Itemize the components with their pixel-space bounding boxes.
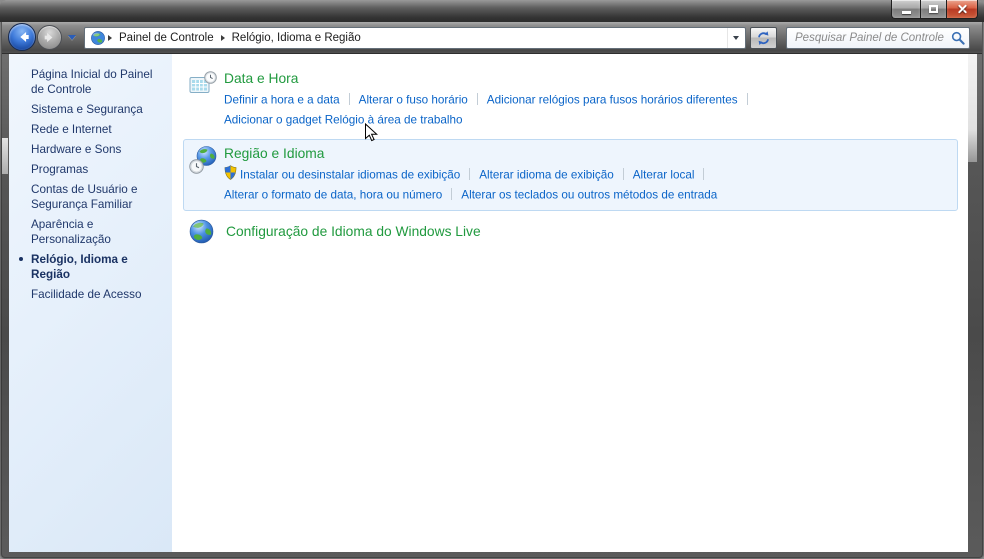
link-line: Alterar o formato de data, hora ou númer…: [224, 185, 949, 203]
breadcrumb-item-control-panel[interactable]: Painel de Controle: [114, 32, 219, 44]
link-separator: [746, 93, 748, 105]
link-line: Definir a hora e a data Alterar o fuso ho…: [224, 90, 949, 108]
sidebar-item-appearance[interactable]: Aparência e Personalização: [31, 217, 164, 247]
active-item-bullet: [19, 257, 23, 261]
refresh-button[interactable]: [750, 27, 777, 49]
group-region-language: Região e Idioma Instalar ou desinstalar …: [183, 139, 958, 211]
sidebar-item-network-internet[interactable]: Rede e Internet: [31, 122, 164, 137]
link-add-clocks[interactable]: Adicionar relógios para fusos horários d…: [487, 93, 738, 106]
search-box: [786, 27, 970, 49]
link-add-clock-gadget[interactable]: Adicionar o gadget Relógio à área de tra…: [224, 113, 462, 126]
minimize-icon: [901, 10, 911, 14]
link-line: Adicionar o gadget Relógio à área de tra…: [224, 110, 949, 128]
sidebar-item-clock-language-region[interactable]: Relógio, Idioma e Região: [19, 252, 164, 282]
frame-reflection: [968, 54, 977, 162]
breadcrumb-item-clock-language-region[interactable]: Relógio, Idioma e Região: [227, 32, 366, 44]
address-dropdown-button[interactable]: [727, 28, 743, 48]
sidebar: Página Inicial do Painel de Controle Sis…: [9, 54, 172, 552]
link-change-location[interactable]: Alterar local: [633, 168, 695, 181]
uac-shield-icon: [224, 165, 237, 180]
link-change-time-zone[interactable]: Alterar o fuso horário: [359, 93, 468, 106]
globe-icon: [189, 219, 214, 244]
link-separator: [703, 168, 705, 180]
link-change-date-time-number-formats[interactable]: Alterar o formato de data, hora ou númer…: [224, 188, 442, 201]
globe-clock-icon: [189, 146, 217, 174]
group-title-windows-live-language[interactable]: Configuração de Idioma do Windows Live: [226, 224, 481, 239]
link-line: Instalar ou desinstalar idiomas de exibi…: [224, 165, 949, 183]
title-bar[interactable]: [0, 0, 984, 22]
sidebar-item-ease-of-access[interactable]: Facilidade de Acesso: [31, 287, 164, 302]
link-separator: [451, 188, 453, 200]
link-separator: [469, 168, 471, 180]
address-bar[interactable]: Painel de Controle Relógio, Idioma e Reg…: [84, 27, 746, 49]
breadcrumb-separator: [220, 35, 225, 41]
group-date-time: Data e Hora Definir a hora e a data Alter…: [183, 64, 958, 136]
explorer-window: Painel de Controle Relógio, Idioma e Reg…: [0, 0, 984, 559]
client-area: Página Inicial do Painel de Controle Sis…: [9, 54, 968, 552]
forward-button[interactable]: [37, 24, 62, 50]
link-set-time-and-date[interactable]: Definir a hora e a data: [224, 93, 340, 106]
navigation-bar: Painel de Controle Relógio, Idioma e Reg…: [2, 22, 982, 54]
link-change-keyboards-input-methods[interactable]: Alterar os teclados ou outros métodos de…: [461, 188, 717, 201]
recent-pages-dropdown[interactable]: [68, 35, 76, 40]
link-separator: [348, 93, 350, 105]
maximize-button[interactable]: [920, 0, 947, 19]
link-change-display-language[interactable]: Alterar idioma de exibição: [479, 168, 613, 181]
maximize-icon: [929, 5, 938, 13]
refresh-icon: [758, 30, 769, 45]
link-install-display-languages[interactable]: Instalar ou desinstalar idiomas de exibi…: [224, 165, 460, 181]
close-button[interactable]: [947, 0, 978, 19]
sidebar-item-user-accounts[interactable]: Contas de Usuário e Segurança Familiar: [31, 182, 164, 212]
back-button[interactable]: [8, 23, 36, 51]
group-title-date-time[interactable]: Data e Hora: [224, 71, 298, 86]
sidebar-item-hardware-sound[interactable]: Hardware e Sons: [31, 142, 164, 157]
chevron-down-icon: [732, 36, 739, 40]
sidebar-item-programs[interactable]: Programas: [31, 162, 164, 177]
control-panel-icon: [91, 31, 105, 45]
link-separator: [476, 93, 478, 105]
close-icon: [957, 4, 968, 15]
minimize-button[interactable]: [891, 0, 920, 19]
sidebar-item-system-security[interactable]: Sistema e Segurança: [31, 102, 164, 117]
group-windows-live-language: Configuração de Idioma do Windows Live: [183, 214, 958, 251]
caption-buttons: [891, 0, 978, 19]
group-title-region-language[interactable]: Região e Idioma: [224, 146, 324, 161]
calendar-clock-icon: [189, 71, 217, 93]
forward-arrow-icon: [44, 32, 53, 42]
back-arrow-icon: [20, 31, 29, 43]
breadcrumb-separator: [108, 35, 112, 41]
link-separator: [622, 168, 624, 180]
search-input[interactable]: [793, 31, 951, 45]
sidebar-item-home[interactable]: Página Inicial do Painel de Controle: [31, 67, 164, 97]
main-content: Data e Hora Definir a hora e a data Alter…: [172, 54, 968, 552]
search-icon[interactable]: [951, 31, 965, 45]
frame-reflection: [2, 138, 8, 174]
